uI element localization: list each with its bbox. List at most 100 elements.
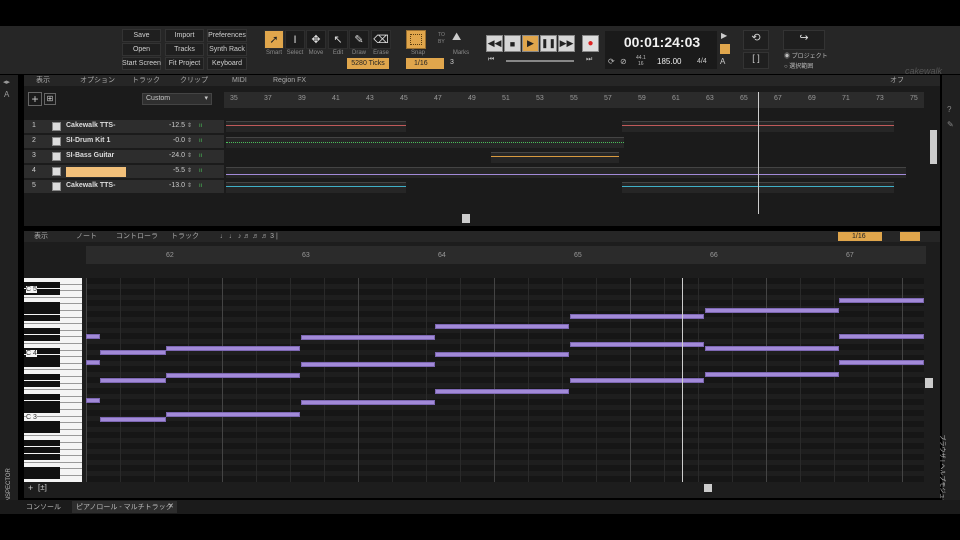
midi-note[interactable] [570,378,704,383]
track-preset-dropdown[interactable]: Custom ▾ [142,93,212,105]
help-icon[interactable]: ? [947,105,951,114]
midi-note[interactable] [301,362,435,367]
meter-value[interactable]: 4/4 [697,58,707,65]
track-volume[interactable]: -0.0 [159,137,185,144]
keyboard[interactable]: C 5 C 4 C 3 [24,278,82,482]
track-volume[interactable]: -13.0 [159,182,185,189]
start-screen-button[interactable]: Start Screen [122,57,161,70]
note-duration-icons[interactable]: ♩ ♩ ♪ ♬ ♬ ♬ 3 | [220,231,278,242]
spinner-icon[interactable]: ⇕ [187,167,192,174]
black-key[interactable] [24,427,60,434]
go-start-icon[interactable]: ⏮ [488,56,494,64]
nudge-value[interactable]: 5280 Ticks [347,58,389,69]
pr-menu-track[interactable]: トラック [171,231,199,242]
menu-view[interactable]: 表示 [36,75,50,86]
black-key[interactable] [24,473,60,480]
track-folder-button[interactable]: ⊞ [44,93,56,105]
tracks-button[interactable]: Tracks [165,43,204,56]
black-key[interactable] [24,374,60,381]
draw-tool-button[interactable]: ✎ [349,30,369,49]
inspector-tool-icon[interactable]: A [4,90,9,99]
time-value[interactable]: 00:01:24:03 [616,34,708,50]
track-vscroll-thumb[interactable] [930,130,937,164]
black-key[interactable] [24,361,60,368]
pr-ruler[interactable]: 62 63 64 65 66 67 [86,246,926,264]
erase-tool-button[interactable]: ⌫ [371,30,391,49]
clip-track3[interactable] [491,152,619,163]
clip-track4[interactable] [226,167,906,178]
black-key[interactable] [24,308,60,315]
loop-button[interactable]: ⟲ [743,30,769,50]
open-button[interactable]: Open [122,43,161,56]
select-tool-button[interactable]: I [285,30,305,49]
pause-button[interactable]: ❚❚ [540,35,557,52]
synth-rack-button[interactable]: Synth Rack [207,43,247,56]
clip-track5-a[interactable] [226,182,406,193]
track-header[interactable]: 1 Cakewalk TTS- -12.5 ⇕ ıı [24,120,224,134]
midi-note[interactable] [705,308,839,313]
black-key[interactable] [24,328,60,335]
midi-note[interactable] [100,378,166,383]
browser-tool-icon[interactable]: ✎ [947,120,954,129]
project-option[interactable]: ◉ プロジェクト [784,51,828,60]
pr-select-icon[interactable]: [±] [38,483,47,492]
black-key[interactable] [24,440,60,447]
tab-console[interactable]: コンソール [22,501,65,513]
track-icon[interactable] [52,152,61,161]
spinner-icon[interactable]: ⇕ [187,137,192,144]
spinner-icon[interactable]: ⇕ [187,182,192,189]
tempo-value[interactable]: 185.00 [657,57,681,66]
fit-project-button[interactable]: Fit Project [165,57,204,70]
black-key[interactable] [24,466,60,473]
midi-note[interactable] [166,412,300,417]
loop-small-icon[interactable]: ⟳ [608,57,615,66]
close-tab-icon[interactable]: ✕ [164,501,178,513]
track-ruler[interactable]: 35 37 39 41 43 45 47 49 51 53 55 57 59 61 63 65 67 69 71 73… [224,92,924,108]
track-icon[interactable] [52,137,61,146]
pr-menu-controller[interactable]: コントローラ [116,231,158,242]
midi-note[interactable] [166,373,300,378]
punch-button[interactable] [720,44,730,54]
midi-note[interactable] [705,372,839,377]
midi-note[interactable] [301,400,435,405]
track-name[interactable] [66,167,126,177]
midi-note[interactable] [570,314,704,319]
track-volume[interactable]: -5.5 [159,167,185,174]
snap-value[interactable]: 1/16 [406,58,444,69]
track-volume[interactable]: -12.5 [159,122,185,129]
track-volume[interactable]: -24.0 [159,152,185,159]
go-end-icon[interactable]: ⏭ [586,56,592,64]
menu-off[interactable]: オフ [890,75,904,86]
menu-midi[interactable]: MIDI [232,75,247,86]
black-key[interactable] [24,447,60,453]
black-key[interactable] [24,301,60,308]
inspector-label[interactable]: INSPECTOR [6,453,12,503]
save-button[interactable]: Save [122,29,161,42]
position-slider[interactable] [506,60,574,62]
track-icon[interactable] [52,167,61,176]
midi-note[interactable] [839,298,924,303]
midi-note[interactable] [100,350,166,355]
black-key[interactable] [24,334,60,341]
selection-option[interactable]: ○ 選択範囲 [784,61,813,70]
midi-note[interactable] [86,334,100,339]
midi-note[interactable] [100,417,166,422]
track-name[interactable]: Cakewalk TTS- [66,122,126,132]
loop-range-button[interactable]: [ ] [743,52,769,69]
rewind-button[interactable]: ◀◀ [486,35,503,52]
track-scroll-thumb[interactable] [462,214,470,223]
small-play-icon[interactable]: ▶ [721,31,727,40]
black-key[interactable] [24,407,60,414]
record-button[interactable]: ● [582,35,599,52]
smart-tool-button[interactable]: ➚ [264,30,284,49]
clip-track2[interactable] [226,137,624,148]
midi-note[interactable] [86,360,100,365]
pr-menu-note[interactable]: ノート [76,231,97,242]
play-button[interactable]: ▶ [522,35,539,52]
midi-note[interactable] [435,324,569,329]
spinner-icon[interactable]: ⇕ [187,122,192,129]
marks-icon[interactable]: ⛰ [452,31,470,49]
midi-note[interactable] [86,398,100,403]
note-grid[interactable] [86,278,924,482]
track-header[interactable]: 5 Cakewalk TTS- -13.0 ⇕ ıı [24,180,224,194]
